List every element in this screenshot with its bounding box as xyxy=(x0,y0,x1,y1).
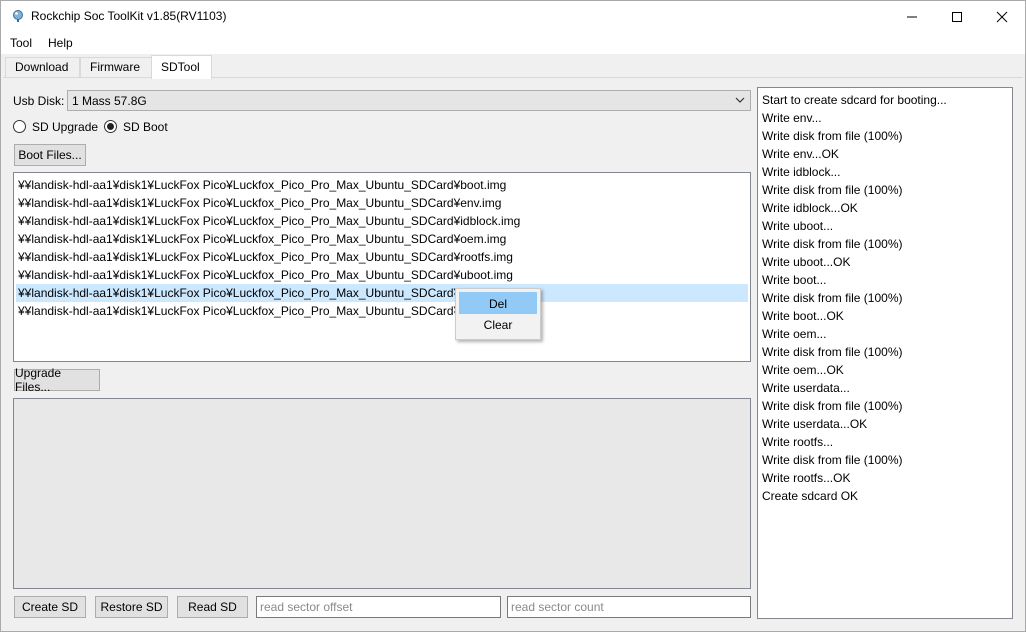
sd-upgrade-label[interactable]: SD Upgrade xyxy=(32,120,98,134)
log-line: Write rootfs... xyxy=(762,435,834,449)
restore-sd-button[interactable]: Restore SD xyxy=(95,596,168,618)
list-item[interactable]: ¥¥landisk-hdl-aa1¥disk1¥LuckFox Pico¥Luc… xyxy=(16,230,748,248)
create-sd-button[interactable]: Create SD xyxy=(14,596,86,618)
title-bar[interactable]: Rockchip Soc ToolKit v1.85(RV1103) xyxy=(1,1,1025,32)
maximize-icon xyxy=(952,11,962,22)
menu-bar: Tool Help xyxy=(1,32,1025,54)
context-menu-del[interactable]: Del xyxy=(459,292,537,314)
log-line: Write disk from file (100%) xyxy=(762,129,903,143)
sector-count-input[interactable]: read sector count xyxy=(507,596,751,618)
usb-disk-select[interactable]: 1 Mass 57.8G xyxy=(67,90,751,111)
context-menu: Del Clear xyxy=(455,288,541,340)
minimize-icon xyxy=(907,16,917,17)
log-line: Write env...OK xyxy=(762,147,839,161)
list-item[interactable]: ¥¥landisk-hdl-aa1¥disk1¥LuckFox Pico¥Luc… xyxy=(16,266,748,284)
tab-strip: Download Firmware SDTool xyxy=(1,54,1025,79)
log-line: Write oem... xyxy=(762,327,827,341)
window-title: Rockchip Soc ToolKit v1.85(RV1103) xyxy=(31,9,227,23)
context-menu-clear[interactable]: Clear xyxy=(459,314,537,336)
maximize-button[interactable] xyxy=(934,1,980,32)
list-item[interactable]: ¥¥landisk-hdl-aa1¥disk1¥LuckFox Pico¥Luc… xyxy=(16,176,748,194)
tab-sdtool[interactable]: SDTool xyxy=(151,55,212,79)
sd-boot-radio[interactable] xyxy=(104,120,117,133)
log-line: Start to create sdcard for booting... xyxy=(762,93,947,107)
log-line: Write idblock... xyxy=(762,165,841,179)
log-line: Write userdata...OK xyxy=(762,417,868,431)
log-line: Write boot...OK xyxy=(762,309,844,323)
tab-download[interactable]: Download xyxy=(5,57,80,78)
read-sd-button[interactable]: Read SD xyxy=(177,596,248,618)
log-line: Write oem...OK xyxy=(762,363,844,377)
boot-files-list[interactable]: ¥¥landisk-hdl-aa1¥disk1¥LuckFox Pico¥Luc… xyxy=(13,172,751,362)
menu-tool[interactable]: Tool xyxy=(10,36,32,50)
usb-disk-value: 1 Mass 57.8G xyxy=(72,94,147,108)
list-item[interactable]: ¥¥landisk-hdl-aa1¥disk1¥LuckFox Pico¥Luc… xyxy=(16,302,748,320)
log-line: Write uboot... xyxy=(762,219,834,233)
sd-boot-label[interactable]: SD Boot xyxy=(123,120,168,134)
log-line: Write boot... xyxy=(762,273,827,287)
sector-offset-input[interactable]: read sector offset xyxy=(256,596,501,618)
boot-files-button[interactable]: Boot Files... xyxy=(14,144,86,166)
log-line: Write disk from file (100%) xyxy=(762,453,903,467)
log-output[interactable]: Start to create sdcard for booting... Wri… xyxy=(757,87,1013,619)
log-line: Write uboot...OK xyxy=(762,255,851,269)
menu-help[interactable]: Help xyxy=(48,36,73,50)
close-icon xyxy=(996,11,1008,22)
sd-upgrade-radio[interactable] xyxy=(13,120,26,133)
log-line: Write rootfs...OK xyxy=(762,471,851,485)
list-item[interactable]: ¥¥landisk-hdl-aa1¥disk1¥LuckFox Pico¥Luc… xyxy=(16,194,748,212)
log-line: Create sdcard OK xyxy=(762,489,859,503)
log-line: Write disk from file (100%) xyxy=(762,345,903,359)
log-line: Write idblock...OK xyxy=(762,201,858,215)
log-line: Write disk from file (100%) xyxy=(762,291,903,305)
log-line: Write disk from file (100%) xyxy=(762,399,903,413)
log-line: Write env... xyxy=(762,111,822,125)
app-icon xyxy=(11,9,25,23)
chevron-down-icon xyxy=(734,94,746,109)
log-line: Write disk from file (100%) xyxy=(762,183,903,197)
upgrade-files-list[interactable] xyxy=(13,398,751,589)
list-item-selected[interactable]: ¥¥landisk-hdl-aa1¥disk1¥LuckFox Pico¥Luc… xyxy=(16,284,748,302)
upgrade-files-button[interactable]: Upgrade Files... xyxy=(14,366,100,394)
tab-firmware[interactable]: Firmware xyxy=(80,57,152,78)
usb-disk-label: Usb Disk: xyxy=(13,94,65,108)
minimize-button[interactable] xyxy=(889,1,935,32)
list-item[interactable]: ¥¥landisk-hdl-aa1¥disk1¥LuckFox Pico¥Luc… xyxy=(16,212,748,230)
close-button[interactable] xyxy=(979,1,1025,32)
log-line: Write userdata... xyxy=(762,381,850,395)
list-item[interactable]: ¥¥landisk-hdl-aa1¥disk1¥LuckFox Pico¥Luc… xyxy=(16,248,748,266)
log-line: Write disk from file (100%) xyxy=(762,237,903,251)
app-window: Rockchip Soc ToolKit v1.85(RV1103) Tool … xyxy=(0,0,1026,632)
